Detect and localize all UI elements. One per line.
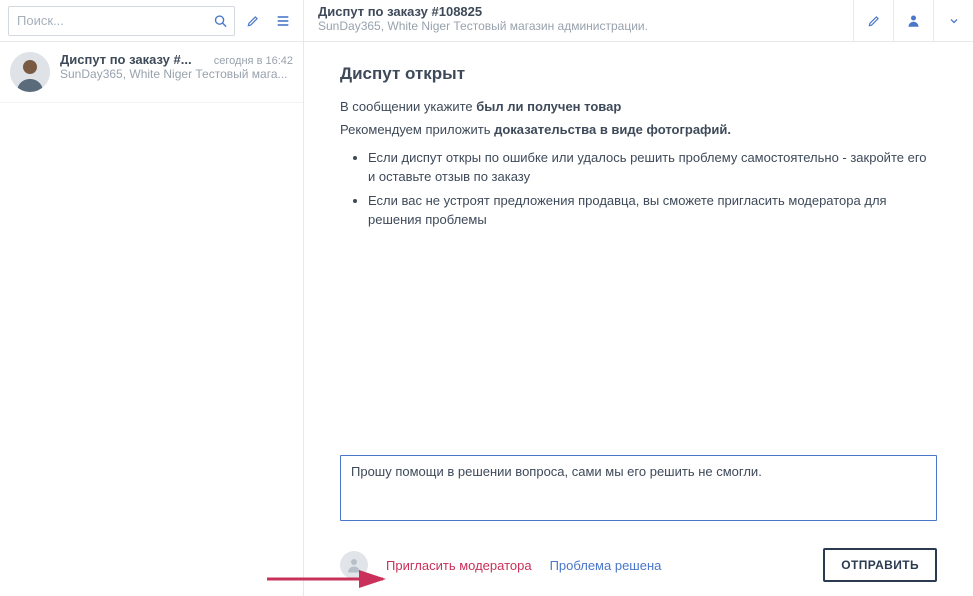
conversation-item[interactable]: Диспут по заказу #... сегодня в 16:42 Su…	[0, 42, 303, 103]
conversation-time: сегодня в 16:42	[214, 55, 293, 67]
conversation-text: Диспут по заказу #... сегодня в 16:42 Su…	[60, 52, 293, 81]
avatar	[10, 52, 50, 92]
compose-icon[interactable]	[241, 9, 265, 33]
compose-area	[304, 455, 973, 538]
info-line-2-bold: доказательства в виде фотографий.	[494, 122, 731, 137]
info-line-1: В сообщении укажите был ли получен товар	[340, 98, 937, 117]
search-icon[interactable]	[213, 13, 228, 28]
main-body: Диспут открыт В сообщении укажите был ли…	[304, 42, 973, 455]
menu-icon[interactable]	[271, 9, 295, 33]
user-button[interactable]	[893, 0, 933, 41]
page-subtitle: SunDay365, White Niger Тестовый магазин …	[318, 19, 839, 33]
bullet-list: Если диспут откры по ошибке или удалось …	[368, 148, 937, 230]
problem-resolved-link[interactable]: Проблема решена	[550, 558, 662, 573]
chevron-down-icon[interactable]	[933, 0, 973, 41]
invite-moderator-link[interactable]: Пригласить модератора	[386, 558, 532, 573]
footer: Пригласить модератора Проблема решена ОТ…	[304, 538, 973, 596]
info-line-1-bold: был ли получен товар	[476, 99, 621, 114]
page-title: Диспут по заказу #108825	[318, 4, 839, 19]
info-line-2-prefix: Рекомендуем приложить	[340, 122, 494, 137]
conversation-subtitle: SunDay365, White Niger Тестовый мага...	[60, 67, 293, 81]
footer-avatar	[340, 551, 368, 579]
bullet-item: Если диспут откры по ошибке или удалось …	[368, 148, 937, 187]
sidebar-toolbar	[0, 0, 303, 42]
info-line-1-prefix: В сообщении укажите	[340, 99, 476, 114]
info-line-2: Рекомендуем приложить доказательства в в…	[340, 121, 937, 140]
search-wrap	[8, 6, 235, 36]
message-input[interactable]	[340, 455, 937, 521]
search-input[interactable]	[9, 13, 234, 28]
header-actions	[853, 0, 973, 41]
sidebar: Диспут по заказу #... сегодня в 16:42 Su…	[0, 0, 304, 596]
bullet-item: Если вас не устроят предложения продавца…	[368, 191, 937, 230]
edit-button[interactable]	[853, 0, 893, 41]
main-header: Диспут по заказу #108825 SunDay365, Whit…	[304, 0, 973, 42]
main-panel: Диспут по заказу #108825 SunDay365, Whit…	[304, 0, 973, 596]
section-title: Диспут открыт	[340, 64, 937, 84]
send-button[interactable]: ОТПРАВИТЬ	[823, 548, 937, 582]
conversation-title: Диспут по заказу #...	[60, 52, 208, 67]
